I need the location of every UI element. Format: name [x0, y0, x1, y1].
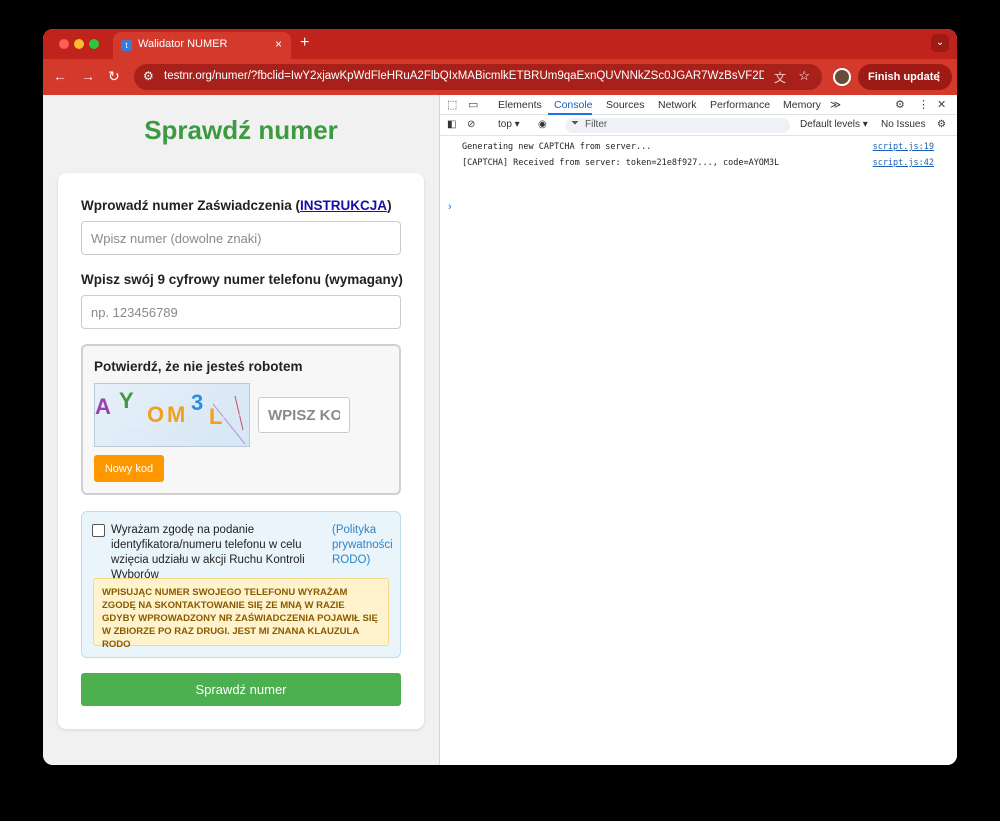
console-filter-bar: ◧ ⊘ top ▾ ◉ ⏷ Filter Default levels ▾ No…: [440, 115, 957, 136]
url-text[interactable]: testnr.org/numer/?fbclid=IwY2xjawKpWdFle…: [164, 70, 764, 82]
close-devtools-icon[interactable]: ✕: [937, 98, 946, 111]
sidebar-toggle-icon[interactable]: ◧: [447, 119, 456, 130]
captcha-title: Potwierdź, że nie jesteś robotem: [94, 359, 303, 374]
inspect-element-icon[interactable]: ⬚: [447, 98, 457, 111]
cert-label-text: Wprowadź numer Zaświadczenia (: [81, 198, 301, 213]
devtools-tabbar: ⬚ ▭ Elements Console Sources Network Per…: [440, 95, 957, 115]
instruction-link[interactable]: INSTRUKCJA: [300, 198, 387, 213]
context-select[interactable]: top ▾: [498, 119, 520, 130]
forward-icon[interactable]: →: [81, 68, 95, 84]
page-content: Sprawdź numer Wprowadź numer Zaświadczen…: [43, 95, 439, 765]
browser-toolbar: ← → ↻ ⚙ testnr.org/numer/?fbclid=IwY2xja…: [43, 59, 957, 95]
tab-performance[interactable]: Performance: [710, 99, 770, 111]
filter-placeholder: Filter: [585, 119, 608, 130]
translate-icon[interactable]: 文: [774, 69, 786, 86]
captcha-box: Potwierdź, że nie jesteś robotem A Y O M…: [81, 344, 401, 495]
settings-gear-icon[interactable]: ⚙: [895, 98, 905, 111]
devtools-menu-icon[interactable]: ⋮: [918, 98, 929, 111]
privacy-policy-link[interactable]: (Polityka prywatności RODO): [332, 523, 393, 568]
favicon-icon: t: [121, 40, 132, 51]
captcha-char-6: L: [209, 404, 223, 429]
finish-update-button[interactable]: Finish update ⋮: [858, 64, 952, 90]
submit-button[interactable]: Sprawdź numer: [81, 673, 401, 706]
tab-sources[interactable]: Sources: [606, 99, 645, 111]
cert-label-suffix: ): [387, 198, 392, 213]
new-tab-button[interactable]: +: [300, 34, 309, 52]
device-toolbar-icon[interactable]: ▭: [468, 98, 478, 111]
tab-console[interactable]: Console: [554, 99, 593, 111]
consent-checkbox[interactable]: [92, 524, 105, 537]
captcha-char-2: Y: [119, 388, 134, 413]
console-settings-icon[interactable]: ⚙: [937, 119, 946, 130]
log-levels-select[interactable]: Default levels ▾: [800, 119, 868, 130]
cert-number-input[interactable]: [81, 221, 401, 255]
browser-tab[interactable]: t Walidator NUMER ×: [113, 32, 291, 59]
live-expression-eye-icon[interactable]: ◉: [538, 119, 547, 130]
close-window-button[interactable]: [59, 39, 69, 49]
maximize-window-button[interactable]: [89, 39, 99, 49]
console-log-line: Generating new CAPTCHA from server... sc…: [440, 139, 957, 155]
log-source-link[interactable]: script.js:19: [873, 142, 934, 152]
new-code-button[interactable]: Nowy kod: [94, 455, 164, 482]
tab-elements[interactable]: Elements: [498, 99, 542, 111]
reload-icon[interactable]: ↻: [108, 68, 120, 85]
captcha-char-3: O: [147, 402, 165, 427]
console-log-line: [CAPTCHA] Received from server: token=21…: [440, 155, 957, 171]
phone-label: Wpisz swój 9 cyfrowy numer telefonu (wym…: [81, 272, 403, 287]
page-title: Sprawdź numer: [144, 115, 338, 145]
profile-avatar[interactable]: [833, 68, 851, 86]
captcha-image: A Y O M 3 L: [94, 383, 250, 447]
bookmark-star-icon[interactable]: ☆: [798, 68, 810, 84]
tab-memory[interactable]: Memory: [783, 99, 821, 111]
finish-update-label: Finish update: [868, 71, 940, 83]
issues-counter[interactable]: No Issues: [881, 119, 925, 130]
consent-text: Wyrażam zgodę na podanie identyfikatora/…: [111, 524, 305, 581]
minimize-window-button[interactable]: [74, 39, 84, 49]
tab-close-icon[interactable]: ×: [275, 37, 282, 51]
form-card: Wprowadź numer Zaświadczenia (INSTRUKCJA…: [58, 173, 424, 729]
log-source-link[interactable]: script.js:42: [873, 158, 934, 168]
console-filter-input[interactable]: ⏷ Filter: [565, 118, 790, 133]
devtools-panel: ⬚ ▭ Elements Console Sources Network Per…: [439, 95, 957, 765]
clear-console-icon[interactable]: ⊘: [467, 119, 475, 130]
menu-icon: ⋮: [933, 71, 944, 83]
captcha-input[interactable]: [258, 397, 350, 433]
log-message: [CAPTCHA] Received from server: token=21…: [462, 158, 780, 168]
more-tabs-icon[interactable]: ≫: [830, 99, 841, 111]
consent-warning: WPISUJĄC NUMER SWOJEGO TELEFONU WYRAŻAM …: [93, 578, 389, 650]
back-icon[interactable]: ←: [53, 68, 67, 84]
phone-input[interactable]: [81, 295, 401, 329]
address-bar[interactable]: ⚙ testnr.org/numer/?fbclid=IwY2xjawKpWdF…: [134, 64, 822, 90]
captcha-char-5: 3: [191, 390, 204, 415]
browser-window: t Walidator NUMER × + ⌄ ← → ↻ ⚙ testnr.o…: [43, 29, 957, 765]
cert-label: Wprowadź numer Zaświadczenia (INSTRUKCJA…: [81, 198, 392, 213]
tab-title: Walidator NUMER: [138, 38, 228, 50]
tab-strip: t Walidator NUMER × + ⌄: [43, 29, 957, 59]
log-message: Generating new CAPTCHA from server...: [462, 142, 652, 152]
tab-search-button[interactable]: ⌄: [931, 34, 949, 52]
consent-box: Wyrażam zgodę na podanie identyfikatora/…: [81, 511, 401, 658]
tab-network[interactable]: Network: [658, 99, 697, 111]
captcha-char-1: A: [95, 394, 111, 419]
console-prompt-icon[interactable]: ›: [448, 201, 452, 213]
captcha-char-4: M: [167, 402, 186, 427]
filter-funnel-icon: ⏷: [571, 118, 579, 129]
site-info-icon[interactable]: ⚙: [143, 69, 154, 83]
